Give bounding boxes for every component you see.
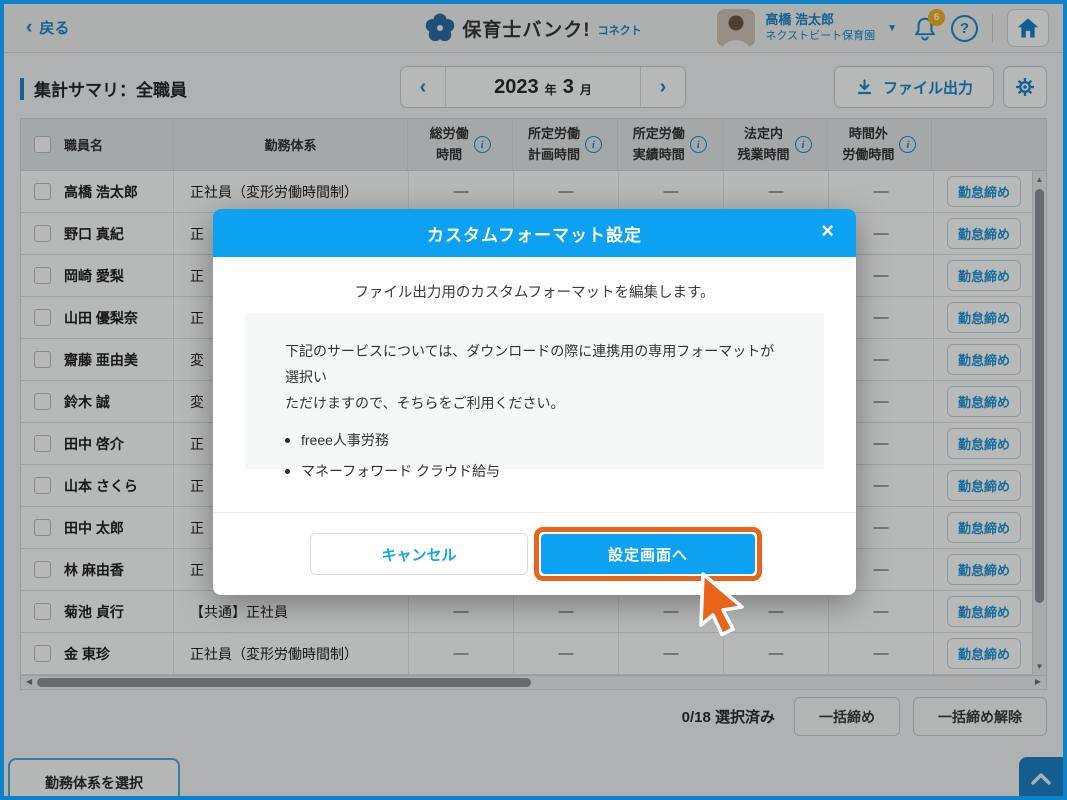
bullet-icon xyxy=(285,468,290,474)
modal-note-text: 下記のサービスについては、ダウンロードの際に連携用の専用フォーマットが選択い た… xyxy=(285,343,775,411)
cursor-icon xyxy=(699,572,744,636)
close-icon[interactable]: × xyxy=(821,220,834,242)
service-list-item: freee人事労務 xyxy=(285,430,784,450)
modal-lead-text: ファイル出力用のカスタムフォーマットを編集します。 xyxy=(354,285,715,301)
service-name: マネーフォワード クラウド給与 xyxy=(301,463,501,479)
modal-title: カスタムフォーマット設定 xyxy=(427,225,642,245)
modal-footer-divider xyxy=(213,512,856,513)
service-name: freee人事労務 xyxy=(301,432,389,448)
modal-header: カスタムフォーマット設定 × xyxy=(213,209,856,257)
page: ‹ 戻る 保育士バンク! コネクト 高橋 浩太郎 ネクストビート保育園 ▼ 6 … xyxy=(0,0,1067,800)
modal-note-box: 下記のサービスについては、ダウンロードの際に連携用の専用フォーマットが選択い た… xyxy=(245,313,824,479)
service-list-item: マネーフォワード クラウド給与 xyxy=(285,461,784,481)
bullet-icon xyxy=(285,437,290,443)
go-to-settings-button[interactable]: 設定画面へ xyxy=(541,534,755,574)
cancel-button[interactable]: キャンセル xyxy=(310,533,528,575)
custom-format-modal: カスタムフォーマット設定 × ファイル出力用のカスタムフォーマットを編集します。… xyxy=(213,209,856,595)
